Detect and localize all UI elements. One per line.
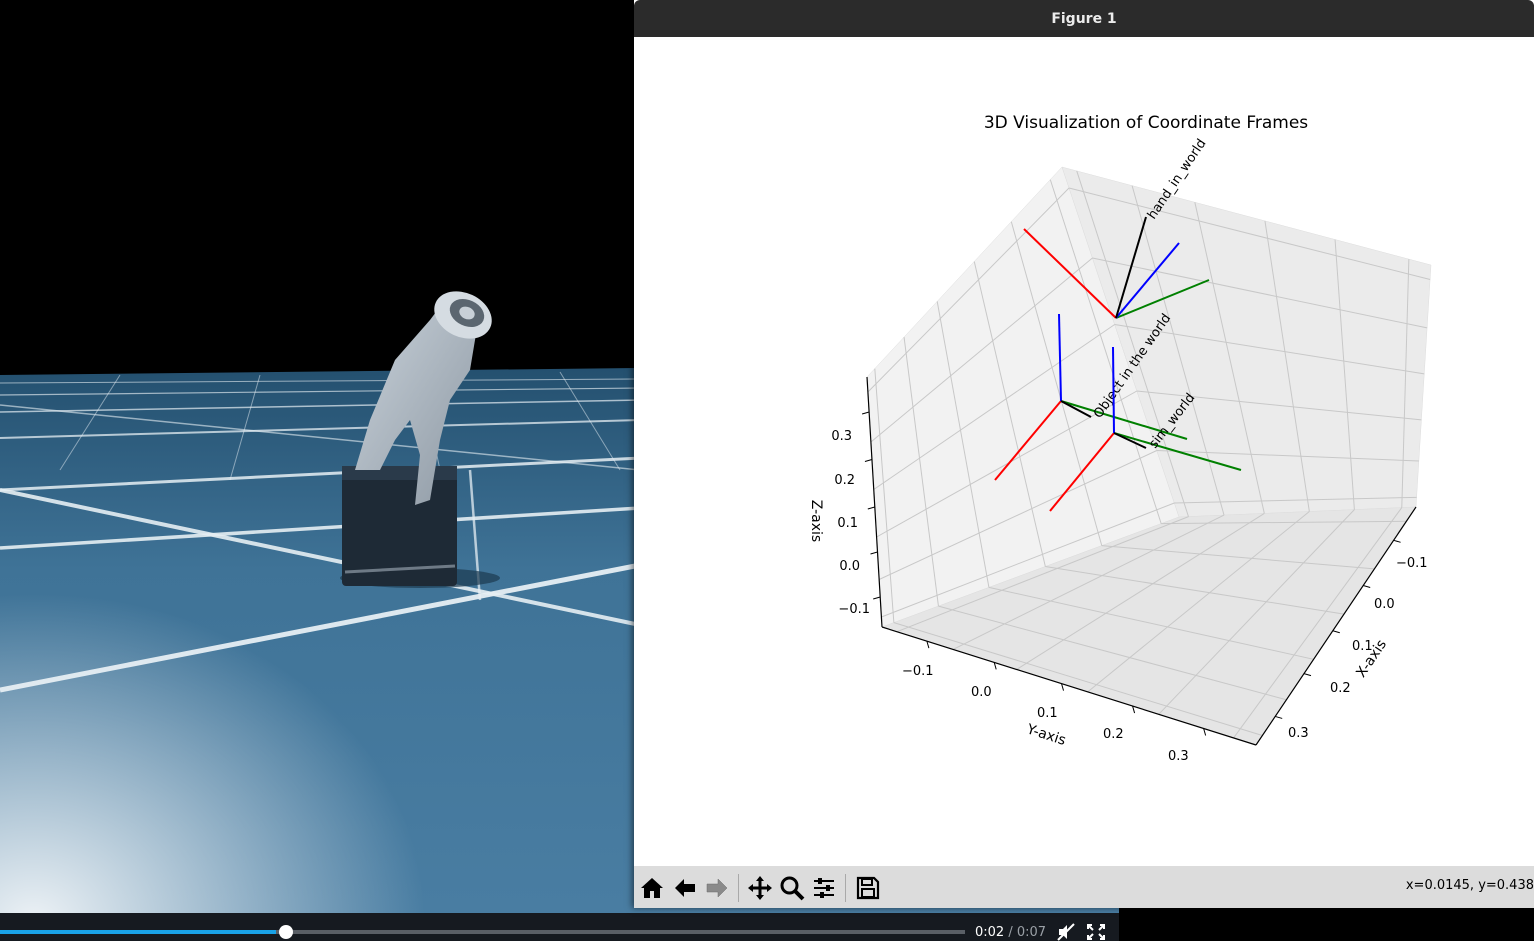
z-tick-labels: −0.1 0.0 0.1 0.2 0.3 — [831, 429, 870, 617]
z-tick — [864, 459, 873, 462]
z-tick — [873, 596, 881, 600]
y-axis-label: Y-axis — [1024, 721, 1068, 749]
figure-window: Figure 1 3D Visualization of Coordinate … — [634, 0, 1534, 908]
time-display: 0:02 / 0:07 — [975, 925, 1046, 940]
current-time: 0:02 — [975, 925, 1005, 940]
configure-subplots-icon — [814, 878, 834, 898]
mute-button[interactable] — [1055, 922, 1077, 941]
save-button[interactable] — [855, 875, 881, 901]
seek-progress — [0, 930, 276, 934]
x-tick-label: 0.0 — [1374, 597, 1395, 612]
y-tick-label: 0.0 — [971, 685, 992, 700]
toolbar-separator — [845, 874, 846, 902]
duration: 0:07 — [1016, 925, 1047, 940]
toolbar-separator — [738, 874, 739, 902]
coordinate-readout: x=0.0145, y=0.438 — [1405, 878, 1534, 893]
player-control-bar — [0, 913, 1119, 941]
axes-panes — [866, 166, 1432, 746]
fullscreen-button[interactable] — [1085, 922, 1107, 941]
home-icon — [641, 878, 663, 898]
time-separator: / — [1004, 925, 1017, 940]
y-tick-label: 0.3 — [1168, 749, 1189, 764]
forward-button[interactable] — [704, 875, 730, 901]
configure-subplots-button[interactable] — [811, 875, 837, 901]
y-tick-label: 0.1 — [1037, 706, 1058, 721]
save-icon — [856, 876, 880, 900]
window-titlebar[interactable]: Figure 1 — [634, 0, 1534, 37]
forward-arrow-icon — [706, 878, 728, 898]
zoom-icon — [780, 876, 805, 901]
z-tick-label: 0.1 — [837, 516, 858, 531]
z-tick — [861, 411, 870, 415]
x-tick — [1275, 715, 1283, 719]
z-tick — [870, 551, 878, 555]
seek-handle[interactable] — [278, 925, 293, 939]
home-button[interactable] — [639, 875, 665, 901]
z-tick-label: 0.3 — [831, 429, 852, 444]
navigation-toolbar: x=0.0145, y=0.438 — [634, 866, 1534, 908]
plot-canvas[interactable]: 3D Visualization of Coordinate Frames −0… — [634, 37, 1534, 866]
x-tick — [1332, 630, 1340, 634]
z-tick-label: 0.2 — [834, 473, 855, 488]
pan-icon — [748, 876, 772, 900]
pan-button[interactable] — [747, 875, 773, 901]
fullscreen-icon — [1087, 924, 1105, 940]
x-tick-label: 0.3 — [1288, 726, 1309, 741]
z-tick-label: −0.1 — [838, 602, 870, 617]
back-button[interactable] — [672, 875, 698, 901]
y-tick-label: 0.2 — [1103, 727, 1124, 742]
x-tick — [1303, 673, 1312, 677]
x-tick-label: 0.2 — [1330, 681, 1351, 696]
chart-title: 3D Visualization of Coordinate Frames — [984, 113, 1308, 133]
x-tick — [1363, 585, 1371, 589]
z-tick — [867, 506, 875, 510]
window-title: Figure 1 — [1051, 10, 1117, 27]
speaker-muted-icon — [1057, 923, 1075, 941]
zoom-button[interactable] — [779, 875, 805, 901]
x-tick-label: −0.1 — [1396, 556, 1428, 571]
y-tick-label: −0.1 — [902, 664, 934, 679]
back-arrow-icon — [675, 879, 695, 897]
z-tick-label: 0.0 — [839, 559, 860, 574]
frame-z-axis — [1112, 346, 1115, 434]
z-axis-label: Z-axis — [808, 500, 824, 542]
x-tick — [1393, 539, 1401, 543]
